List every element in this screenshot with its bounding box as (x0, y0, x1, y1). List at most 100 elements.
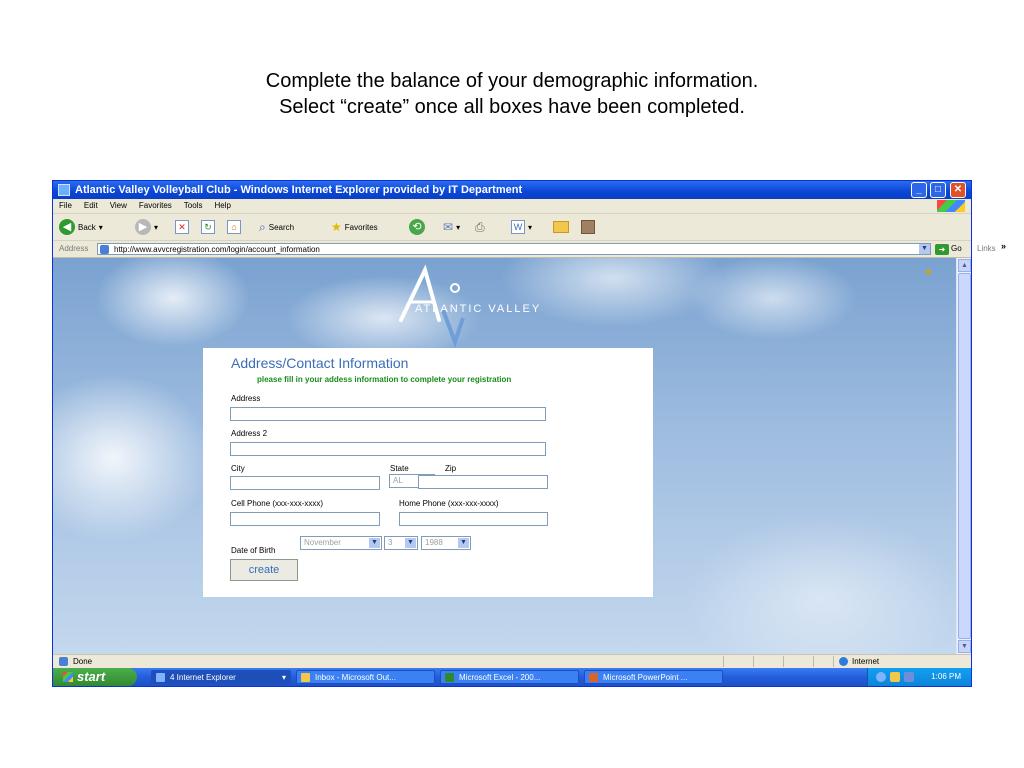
slide-caption: Complete the balance of your demographic… (0, 68, 1024, 120)
search-icon: ⌕ (259, 219, 266, 234)
menu-edit[interactable]: Edit (78, 199, 104, 213)
favorites-button[interactable]: ★ Favorites (331, 218, 378, 236)
print-button[interactable]: ⎙ (475, 218, 485, 236)
close-button[interactable]: ✕ (950, 182, 966, 198)
zip-field[interactable] (418, 475, 548, 489)
window-title: Atlantic Valley Volleyball Club - Window… (75, 184, 523, 196)
minimize-button[interactable]: _ (911, 182, 927, 198)
links-button[interactable]: Links (977, 241, 996, 257)
tray-network-icon[interactable] (904, 672, 914, 682)
ie-icon (156, 673, 165, 682)
back-label: Back (78, 222, 96, 232)
caption-line-2: Select “create” once all boxes have been… (279, 96, 745, 118)
task-label: 4 Internet Explorer (170, 673, 236, 682)
scroll-thumb[interactable] (958, 273, 971, 639)
tray-expand-icon[interactable] (876, 672, 886, 682)
clock: 1:06 PM (931, 672, 961, 681)
chevron-down-icon: ▼ (458, 538, 469, 548)
refresh-button[interactable]: ↻ (201, 218, 215, 236)
scroll-down-icon[interactable]: ▼ (958, 640, 971, 653)
zone-label: Internet (852, 657, 880, 666)
logo-text: ATLANTIC VALLEY (415, 303, 542, 315)
edit-button[interactable]: W ▾ (511, 218, 532, 236)
address-url[interactable]: http://www.avvcregistration.com/login/ac… (114, 242, 320, 258)
tray-mail-icon[interactable] (890, 672, 900, 682)
create-button[interactable]: create (230, 559, 298, 581)
home-phone-field[interactable] (399, 512, 548, 526)
taskbar-item-outlook[interactable]: Inbox - Microsoft Out... (296, 670, 435, 684)
address-input[interactable]: http://www.avvcregistration.com/login/ac… (97, 243, 931, 255)
dob-month-select[interactable]: November ▼ (300, 536, 382, 550)
address-field[interactable] (230, 407, 546, 421)
dob-year-select[interactable]: 1988 ▼ (421, 536, 471, 550)
toolbar-overflow-icon[interactable]: » (1001, 238, 1006, 254)
scroll-up-icon[interactable]: ▲ (958, 259, 971, 272)
title-bar[interactable]: Atlantic Valley Volleyball Club - Window… (53, 181, 971, 199)
research-button[interactable] (581, 218, 595, 236)
maximize-button[interactable]: □ (930, 182, 946, 198)
task-label: Microsoft Excel - 200... (459, 673, 541, 682)
chevron-down-icon: ▾ (281, 673, 286, 682)
address2-field-label: Address 2 (231, 429, 268, 438)
dob-day-select[interactable]: 3 ▼ (384, 536, 418, 550)
address2-field[interactable] (230, 442, 546, 456)
chevron-down-icon: ▾ (528, 222, 533, 232)
taskbar-item-internet-explorer[interactable]: 4 Internet Explorer ▾ (151, 670, 291, 684)
chevron-down-icon: ▾ (456, 222, 461, 232)
page-done-icon (59, 657, 68, 666)
folder-icon (553, 221, 569, 233)
menu-tools[interactable]: Tools (178, 199, 209, 213)
info-bar-icon[interactable]: ● (925, 266, 932, 278)
windows-flag-icon (63, 672, 73, 682)
folder-button[interactable] (553, 218, 569, 236)
address-dropdown-icon[interactable]: ▼ (919, 244, 930, 254)
home-button[interactable]: ⌂ (227, 218, 241, 236)
taskbar-item-powerpoint[interactable]: Microsoft PowerPoint ... (584, 670, 723, 684)
page-viewport: ATLANTIC VALLEY ● Address/Contact Inform… (53, 258, 956, 654)
status-text: Done (73, 657, 93, 666)
search-button[interactable]: ⌕ Search (259, 218, 294, 236)
mail-icon: ✉ (443, 220, 454, 234)
search-label: Search (268, 222, 295, 232)
menu-view[interactable]: View (104, 199, 133, 213)
stop-button[interactable]: ✕ (175, 218, 189, 236)
dob-day-value: 3 (388, 538, 393, 547)
research-book-icon (581, 220, 595, 234)
chevron-down-icon: ▼ (405, 538, 416, 548)
dob-label: Date of Birth (231, 546, 276, 555)
mail-button[interactable]: ✉ ▾ (443, 218, 460, 236)
menu-favorites[interactable]: Favorites (133, 199, 178, 213)
ie-window-icon (58, 184, 70, 196)
print-icon: ⎙ (475, 219, 485, 234)
back-button[interactable]: ◀ Back ▾ (59, 218, 103, 236)
cell-phone-field[interactable] (230, 512, 380, 526)
taskbar: start 4 Internet Explorer ▾ Inbox - Micr… (53, 668, 971, 686)
taskbar-item-excel[interactable]: Microsoft Excel - 200... (440, 670, 579, 684)
address-field-label: Address (231, 394, 261, 403)
security-zone[interactable]: Internet (839, 655, 879, 668)
city-field[interactable] (230, 476, 380, 490)
city-field-label: City (231, 464, 245, 473)
status-divider (833, 656, 834, 667)
status-divider (753, 656, 754, 667)
status-divider (723, 656, 724, 667)
task-label: Inbox - Microsoft Out... (315, 673, 396, 682)
status-divider (813, 656, 814, 667)
go-button[interactable]: ➜ Go (935, 243, 962, 255)
forward-button[interactable]: ▶ ▾ (135, 218, 158, 236)
windows-logo-icon (937, 200, 965, 212)
back-arrow-icon: ◀ (59, 219, 75, 235)
history-button[interactable]: ⟲ (409, 218, 425, 236)
system-tray: 1:06 PM (867, 668, 971, 686)
start-button[interactable]: start (53, 668, 137, 686)
refresh-icon: ↻ (201, 220, 215, 234)
zip-field-label: Zip (445, 464, 457, 473)
vertical-scrollbar[interactable]: ▲ ▼ (956, 258, 971, 654)
forward-arrow-icon: ▶ (135, 219, 151, 235)
start-label: start (77, 669, 106, 684)
menu-help[interactable]: Help (208, 199, 236, 213)
caption-line-1: Complete the balance of your demographic… (265, 70, 759, 92)
form-heading: Address/Contact Information (231, 355, 409, 371)
outlook-icon (301, 673, 310, 682)
menu-file[interactable]: File (53, 199, 78, 213)
